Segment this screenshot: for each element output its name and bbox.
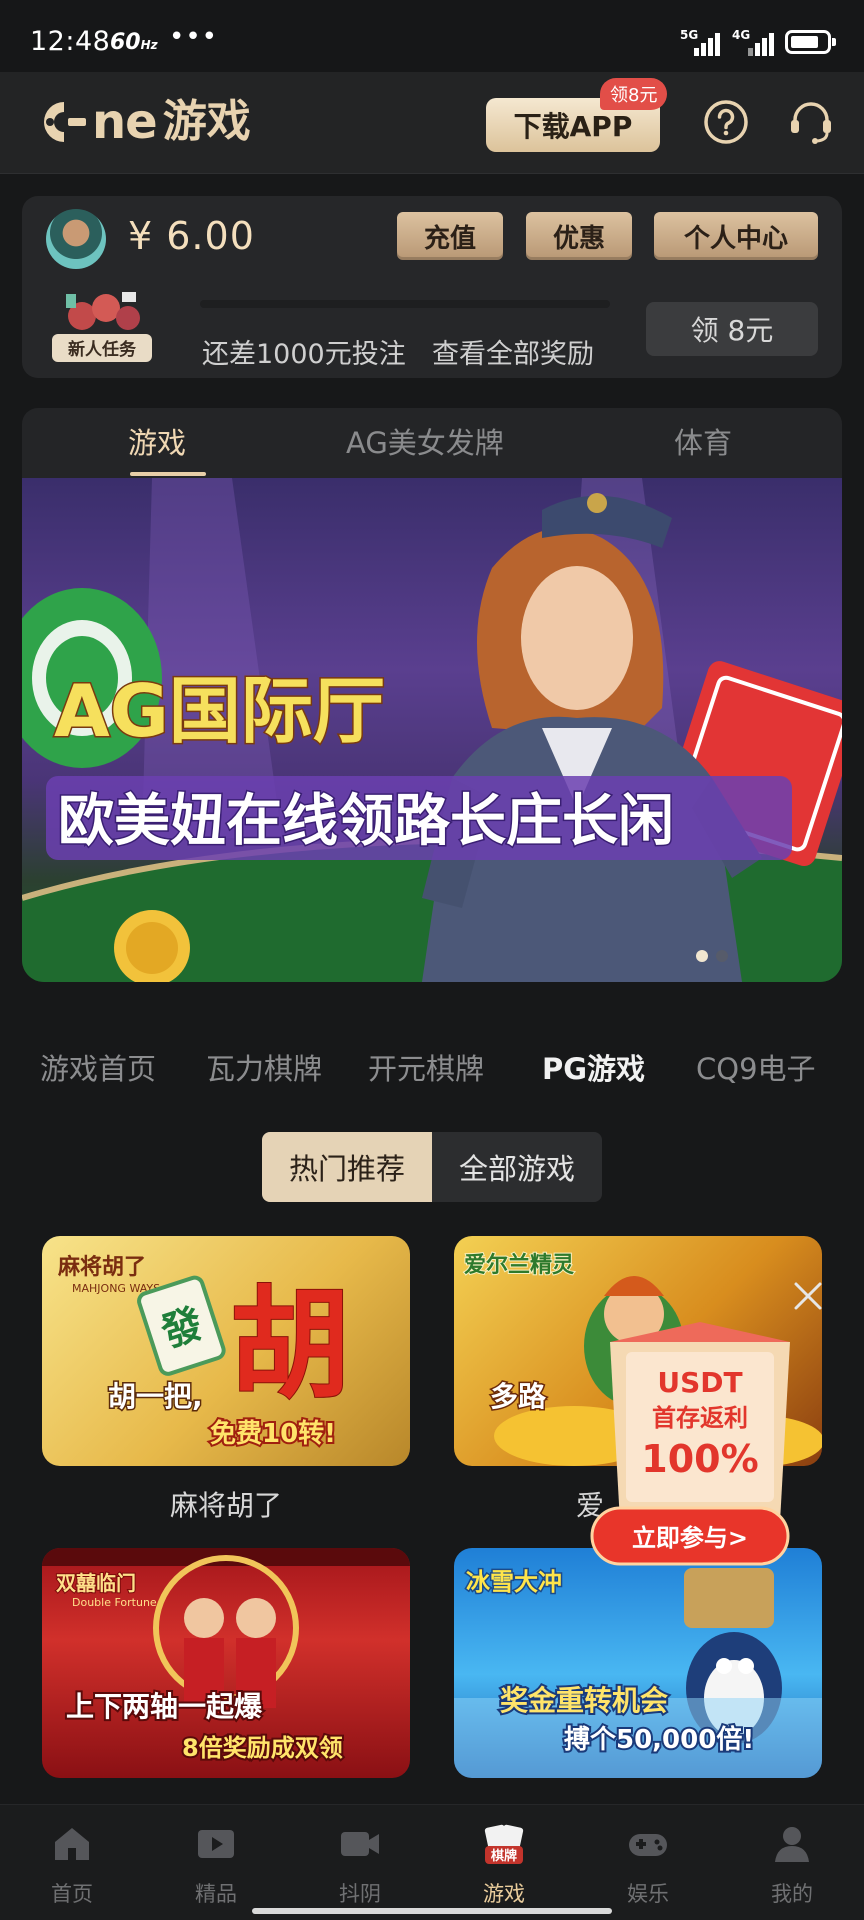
game-card-ice-adventure[interactable]: 冰雪大冲 奖金重转机会 搏个50,000倍! xyxy=(454,1548,822,1778)
game-sub: 免费10转! xyxy=(210,1418,336,1449)
game-logo-text: 双囍临门 xyxy=(56,1571,136,1595)
recharge-button[interactable]: 充值 xyxy=(397,212,503,260)
nav-entertainment[interactable]: 娱乐 xyxy=(588,1820,708,1910)
help-icon[interactable] xyxy=(702,98,750,146)
nav-games[interactable]: 棋牌 游戏 xyxy=(444,1820,564,1910)
signal-4g-icon: 4G xyxy=(732,28,776,56)
all-games-tab[interactable]: 全部游戏 xyxy=(432,1132,602,1202)
nav-featured[interactable]: 精品 xyxy=(156,1820,276,1910)
game-sub: 搏个50,000倍! xyxy=(564,1724,754,1755)
newbie-task-label: 新人任务 xyxy=(68,339,137,360)
nav-label: 娱乐 xyxy=(627,1882,669,1906)
task-progress-bar xyxy=(200,300,610,308)
game-card-mahjong[interactable]: 麻将胡了 MAHJONG WAYS 發 胡 胡一把, 免费10转! xyxy=(42,1236,410,1466)
home-icon xyxy=(55,1828,89,1860)
download-bonus-badge: 领8元 xyxy=(600,78,668,110)
nav-label: 我的 xyxy=(771,1882,813,1906)
game-big-char: 胡 xyxy=(230,1274,350,1415)
logo-brand-text: ne xyxy=(92,94,158,150)
game-logo-text: 冰雪大冲 xyxy=(466,1568,562,1596)
claim-reward-button[interactable]: 领 8元 xyxy=(646,302,818,356)
logo-sub-text: 游戏 xyxy=(162,96,251,147)
nav-home[interactable]: 首页 xyxy=(12,1820,132,1910)
nav-profile[interactable]: 我的 xyxy=(732,1820,852,1910)
game-tagline: 胡一把, xyxy=(108,1380,203,1413)
tab-games[interactable]: 游戏 xyxy=(128,420,186,462)
game-filter-segment: 热门推荐 全部游戏 xyxy=(262,1132,602,1202)
game-tagline: 多路 xyxy=(490,1380,547,1413)
avatar[interactable] xyxy=(46,209,106,269)
provider-wali[interactable]: 瓦力棋牌 xyxy=(206,1046,322,1088)
game-sub: 8倍奖励成双领 xyxy=(182,1734,343,1762)
banner-headline: AG国际厅 xyxy=(54,669,385,753)
status-bar: 12:48 60Hz ••• 5G 4G xyxy=(0,0,864,72)
banner-subline: 欧美妞在线领路长庄长闲 xyxy=(58,789,674,854)
game-logo-text: 麻将胡了 xyxy=(57,1254,146,1280)
banner-dot[interactable] xyxy=(716,950,728,962)
gamepad-icon xyxy=(629,1834,667,1856)
game-card-double-fortune[interactable]: 双囍临门 Double Fortune 上下两轴一起爆 8倍奖励成双领 xyxy=(42,1548,410,1778)
nav-label: 首页 xyxy=(51,1882,93,1906)
game-name[interactable]: 麻将胡了 xyxy=(42,1484,410,1524)
signal-5g-icon: 5G xyxy=(680,28,720,56)
game-tagline: 上下两轴一起爆 xyxy=(66,1690,263,1723)
user-icon xyxy=(775,1827,809,1862)
task-remaining-text: 还差1000元投注 xyxy=(202,339,406,370)
tab-active-indicator xyxy=(130,472,206,476)
cards-icon: 棋牌 xyxy=(484,1824,524,1864)
tab-sports[interactable]: 体育 xyxy=(674,420,732,462)
promo-line2: 首存返利 xyxy=(652,1404,748,1432)
profile-center-button[interactable]: 个人中心 xyxy=(654,212,818,260)
promo-cta: 立即参与> xyxy=(632,1524,748,1552)
promo-banner[interactable]: AG国际厅 欧美妞在线领路长庄长闲 xyxy=(22,478,842,982)
wallet-balance: ¥ 6.00 xyxy=(128,214,255,258)
video-play-icon xyxy=(198,1830,234,1858)
provider-cq9[interactable]: CQ9电子 xyxy=(696,1046,816,1088)
game-tagline: 奖金重转机会 xyxy=(500,1684,668,1717)
customer-service-icon[interactable] xyxy=(785,96,837,148)
usdt-promo-popup[interactable]: USDT 首存返利 100% 立即参与> xyxy=(580,1312,820,1572)
nav-douyin[interactable]: 抖阴 xyxy=(300,1820,420,1910)
nav-label: 精品 xyxy=(195,1882,237,1906)
close-icon[interactable] xyxy=(790,1278,826,1314)
app-header: ne 游戏 下载APP 领8元 xyxy=(0,72,864,174)
app-logo: ne 游戏 xyxy=(38,94,251,150)
provider-home[interactable]: 游戏首页 xyxy=(40,1046,156,1088)
tab-ag-dealer[interactable]: AG美女发牌 xyxy=(346,420,504,462)
banner-dot-active[interactable] xyxy=(696,950,708,962)
promotions-button[interactable]: 优惠 xyxy=(526,212,632,260)
logo-mark-icon xyxy=(38,98,90,146)
nav-label: 抖阴 xyxy=(339,1882,381,1906)
promo-line3: 100% xyxy=(641,1437,758,1481)
banner-art: AG国际厅 欧美妞在线领路长庄长闲 xyxy=(22,478,842,982)
game-logo-en: Double Fortune xyxy=(72,1596,157,1609)
refresh-rate: 60Hz xyxy=(110,30,158,55)
nav-label: 游戏 xyxy=(483,1882,525,1906)
game-logo-text: 爱尔兰精灵 xyxy=(464,1252,574,1278)
nav-games-badge: 棋牌 xyxy=(490,1848,517,1864)
home-indicator[interactable] xyxy=(252,1908,612,1914)
camera-icon xyxy=(341,1832,379,1856)
battery-icon xyxy=(785,30,836,54)
newbie-task-icon[interactable]: 新人任务 xyxy=(48,286,156,364)
more-notifications-icon: ••• xyxy=(169,22,219,52)
hot-recommend-tab[interactable]: 热门推荐 xyxy=(262,1132,432,1202)
provider-kaiyuan[interactable]: 开元棋牌 xyxy=(368,1046,484,1088)
promo-title: USDT xyxy=(657,1366,742,1399)
provider-pg[interactable]: PG游戏 xyxy=(542,1046,645,1088)
status-time: 12:48 xyxy=(30,26,111,57)
view-all-rewards-link[interactable]: 查看全部奖励 xyxy=(432,332,594,371)
